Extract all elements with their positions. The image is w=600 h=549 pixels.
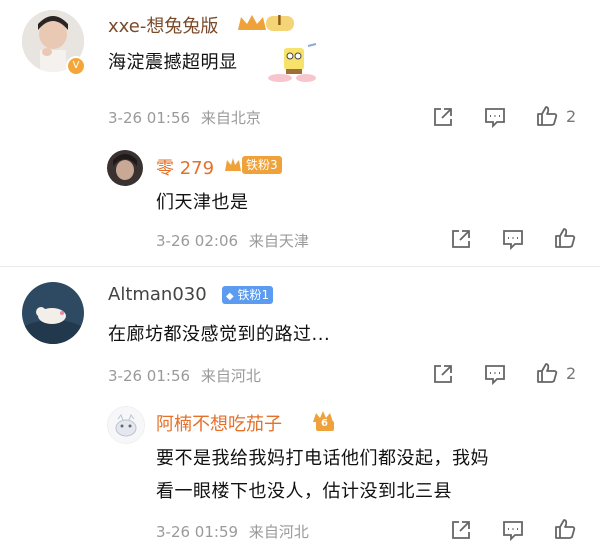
- comment-icon[interactable]: [500, 517, 526, 543]
- crown-level-badge-icon: I: [236, 12, 296, 34]
- share-icon[interactable]: [448, 226, 474, 252]
- comment-text: 海淀震撼超明显: [108, 52, 238, 73]
- like-icon[interactable]: [552, 516, 578, 542]
- comment-text-line-1: 要不是我给我妈打电话他们都没起，我妈: [156, 448, 489, 469]
- like-count: 2: [566, 107, 577, 126]
- avatar-photo: [108, 407, 144, 443]
- like-count: 2: [566, 364, 577, 383]
- verified-badge-icon: V: [66, 56, 86, 76]
- comment-icon[interactable]: [500, 226, 526, 252]
- username[interactable]: 零 279: [156, 154, 214, 180]
- username[interactable]: xxe-想兔兔版: [108, 12, 218, 38]
- fan-badge: ◆ 铁粉1: [222, 286, 274, 304]
- location: 来自北京: [200, 109, 261, 127]
- crown-level-badge-icon: 6: [312, 410, 336, 432]
- comment-icon[interactable]: [482, 361, 508, 387]
- crown-icon: [224, 156, 242, 174]
- comment-icon[interactable]: [482, 104, 508, 130]
- comment-text: 在廊坊都没感觉到的路过...: [108, 324, 331, 345]
- location: 来自河北: [248, 523, 309, 541]
- username[interactable]: 阿楠不想吃茄子: [156, 410, 282, 436]
- location: 来自天津: [248, 232, 309, 250]
- fan-level: 6: [321, 418, 328, 429]
- share-icon[interactable]: [430, 361, 456, 387]
- comment-text-line-2: 看一眼楼下也没人，估计没到北三县: [156, 481, 452, 502]
- avatar[interactable]: [22, 282, 84, 344]
- share-icon[interactable]: [448, 517, 474, 543]
- location: 来自河北: [200, 367, 261, 385]
- diamond-icon: ◆: [226, 291, 234, 302]
- fan-badge: 铁粉3: [242, 156, 282, 174]
- timestamp: 3-26 02:06: [156, 232, 239, 250]
- username[interactable]: Altman030: [108, 284, 207, 305]
- timestamp: 3-26 01:56: [108, 367, 191, 385]
- share-icon[interactable]: [430, 104, 456, 130]
- comment-text: 们天津也是: [156, 192, 249, 213]
- spongebob-sticker-icon: [266, 42, 320, 86]
- timestamp: 3-26 01:59: [156, 523, 239, 541]
- avatar-photo: [22, 282, 84, 344]
- avatar-photo: [107, 150, 143, 186]
- avatar[interactable]: [107, 406, 145, 444]
- timestamp: 3-26 01:56: [108, 109, 191, 127]
- fan-badge-label: 铁粉1: [237, 288, 270, 302]
- like-icon[interactable]: [552, 225, 578, 251]
- like-icon[interactable]: [534, 103, 560, 129]
- divider: [0, 266, 600, 267]
- like-icon[interactable]: [534, 360, 560, 386]
- level-label: I: [277, 14, 282, 29]
- avatar[interactable]: [107, 150, 143, 186]
